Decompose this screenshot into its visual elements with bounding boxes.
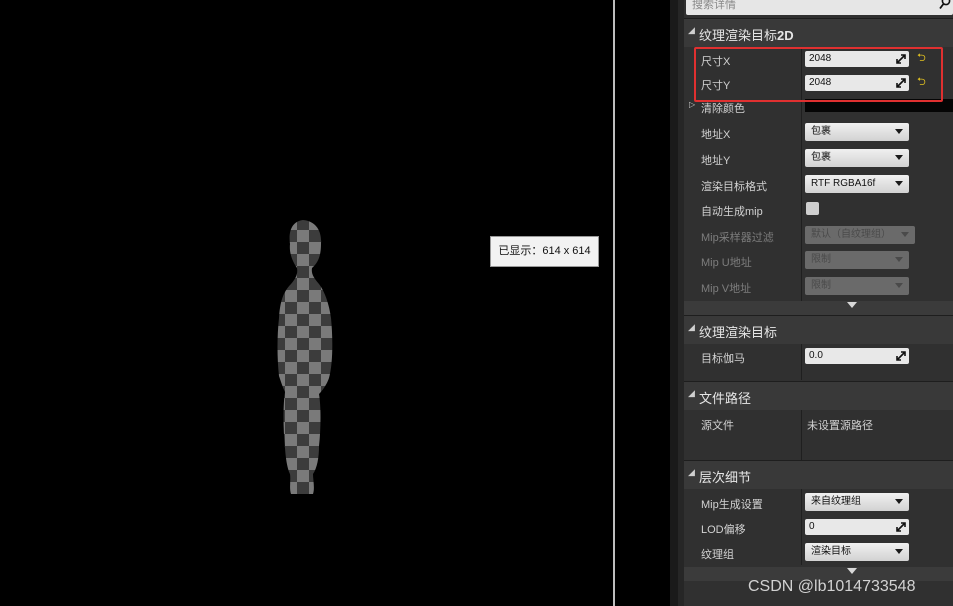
auto-mip-checkbox[interactable] (806, 202, 819, 215)
mip-sampler-filter-value: 默认（自纹理组） (811, 229, 891, 240)
clear-color-label: 清除颜色 (701, 103, 745, 115)
target-gamma-label: 目标伽马 (701, 353, 745, 365)
texture-group-value: 渲染目标 (811, 546, 851, 557)
section-title: 文件路径 (699, 391, 752, 406)
render-target-preview-figure (277, 220, 333, 494)
mip-v-address-dropdown[interactable]: 限制 (805, 277, 909, 295)
mip-v-address-value: 限制 (811, 280, 831, 291)
texture-group-dropdown[interactable]: 渲染目标 (805, 543, 909, 561)
row-auto-mip: 自动生成mip (684, 197, 953, 222)
chevron-down-icon (901, 232, 909, 237)
lod-bias-value: 0 (809, 521, 815, 532)
mip-u-address-label: Mip U地址 (701, 257, 752, 269)
section-title: 纹理渲染目标2D (699, 28, 794, 43)
search-details-input[interactable]: 搜索详情 (686, 0, 953, 15)
mip-u-address-dropdown[interactable]: 限制 (805, 251, 909, 269)
chevron-down-icon (895, 257, 903, 262)
drag-value-icon[interactable] (896, 522, 906, 532)
mip-gen-settings-value: 来自纹理组 (811, 496, 861, 507)
render-target-format-dropdown[interactable]: RTF RGBA16f (805, 175, 909, 193)
search-icon[interactable] (939, 0, 951, 10)
chevron-down-icon (895, 155, 903, 160)
row-source-file: 源文件 未设置源路径 (684, 411, 953, 436)
row-lod-bias: LOD偏移 0 (684, 515, 953, 540)
row-mip-v-address: Mip V地址 限制 (684, 274, 953, 299)
section-file-path[interactable]: ◢ 文件路径 (684, 381, 953, 410)
show-advanced-toggle[interactable] (684, 301, 953, 315)
expand-advanced-icon (847, 568, 857, 574)
lod-bias-input[interactable]: 0 (805, 519, 909, 535)
source-file-label: 源文件 (701, 420, 734, 432)
panel-border (670, 0, 678, 606)
section-level-of-detail[interactable]: ◢ 层次细节 (684, 460, 953, 489)
row-mip-gen-settings: Mip生成设置 来自纹理组 (684, 490, 953, 515)
section-render-target[interactable]: ◢ 纹理渲染目标 (684, 315, 953, 344)
texture-group-label: 纹理组 (701, 549, 734, 561)
row-render-target-format: 渲染目标格式 RTF RGBA16f (684, 172, 953, 197)
chevron-down-icon (895, 549, 903, 554)
address-y-label: 地址Y (701, 155, 731, 167)
address-x-dropdown[interactable]: 包裹 (805, 123, 909, 141)
collapse-triangle-icon[interactable]: ◢ (688, 388, 695, 399)
collapse-triangle-icon[interactable]: ◢ (688, 322, 695, 333)
target-gamma-input[interactable]: 0.0 (805, 348, 909, 364)
render-target-format-value: RTF RGBA16f (811, 178, 876, 189)
section-title: 纹理渲染目标 (699, 325, 778, 340)
row-texture-group: 纹理组 渲染目标 (684, 540, 953, 565)
mip-sampler-filter-dropdown[interactable]: 默认（自纹理组） (805, 226, 915, 244)
auto-mip-label: 自动生成mip (701, 206, 763, 218)
row-mip-u-address: Mip U地址 限制 (684, 248, 953, 273)
chevron-down-icon (895, 283, 903, 288)
row-address-y: 地址Y 包裹 (684, 146, 953, 171)
address-x-value: 包裹 (811, 126, 831, 137)
drag-value-icon[interactable] (896, 351, 906, 361)
expand-advanced-icon (847, 302, 857, 308)
row-mip-sampler-filter: Mip采样器过滤 默认（自纹理组） (684, 223, 953, 248)
watermark: CSDN @lb1014733548 (748, 578, 916, 595)
mip-gen-settings-label: Mip生成设置 (701, 499, 763, 511)
section-title: 层次细节 (699, 470, 752, 485)
texture-preview-viewport[interactable]: 已显示：614 x 614 (0, 0, 613, 606)
collapse-triangle-icon[interactable]: ◢ (688, 467, 695, 478)
mip-gen-settings-dropdown[interactable]: 来自纹理组 (805, 493, 909, 511)
collapse-triangle-icon[interactable]: ◢ (688, 25, 695, 36)
source-file-value: 未设置源路径 (807, 420, 873, 432)
row-address-x: 地址X 包裹 (684, 120, 953, 145)
row-target-gamma: 目标伽马 0.0 (684, 344, 953, 369)
target-gamma-value: 0.0 (809, 350, 823, 361)
displayed-size-tooltip: 已显示：614 x 614 (490, 236, 599, 267)
empty-area (615, 0, 670, 606)
lod-bias-label: LOD偏移 (701, 524, 746, 536)
chevron-down-icon (895, 181, 903, 186)
section-render-target-2d[interactable]: ◢ 纹理渲染目标2D (684, 18, 953, 47)
address-x-label: 地址X (701, 129, 731, 141)
highlight-annotation-box (694, 47, 943, 102)
search-placeholder: 搜索详情 (692, 0, 736, 11)
chevron-down-icon (895, 499, 903, 504)
mip-sampler-filter-label: Mip采样器过滤 (701, 232, 774, 244)
address-y-dropdown[interactable]: 包裹 (805, 149, 909, 167)
chevron-down-icon (895, 129, 903, 134)
mip-v-address-label: Mip V地址 (701, 283, 752, 295)
mip-u-address-value: 限制 (811, 254, 831, 265)
address-y-value: 包裹 (811, 152, 831, 163)
render-target-format-label: 渲染目标格式 (701, 181, 767, 193)
